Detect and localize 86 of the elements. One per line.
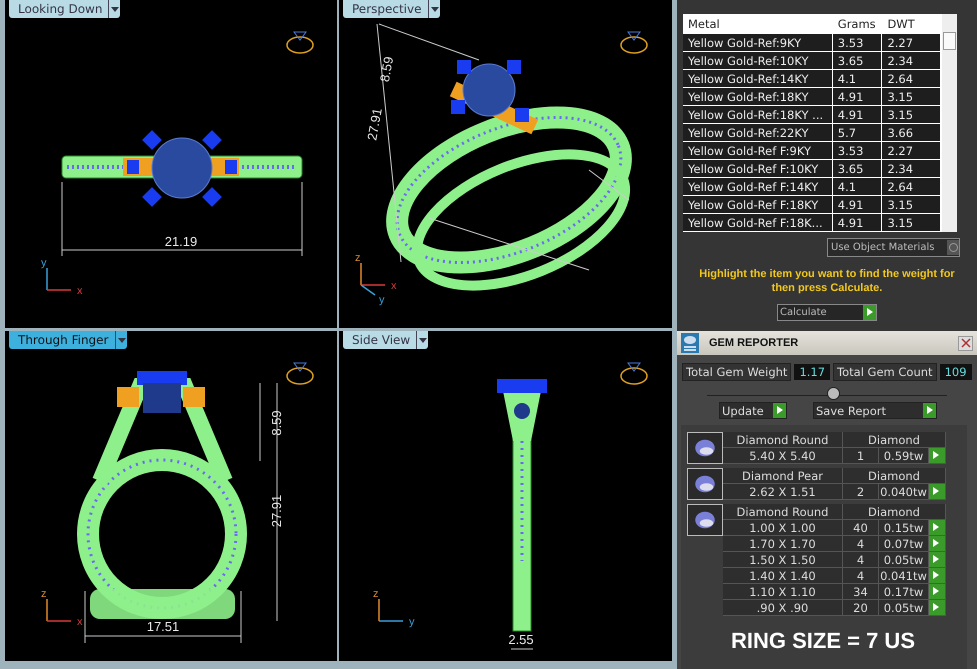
ring-size-label: RING SIZE = 7 US [731, 628, 916, 654]
table-cell: 2.34 [882, 52, 941, 69]
axis-label: x [77, 285, 82, 297]
viewport-tab[interactable]: Looking Down [9, 0, 120, 18]
axis-label: z [355, 252, 360, 264]
ring-icon [286, 32, 314, 54]
table-cell: 4.91 [832, 214, 882, 231]
table-cell: .90 X .90 [723, 600, 843, 616]
dimension-label: 2.55 [508, 632, 534, 647]
table-cell: 4.1 [832, 70, 882, 87]
table-cell: Yellow Gold-Ref F:9KY [683, 142, 833, 159]
table-cell: Yellow Gold-Ref F:14KY [683, 178, 833, 195]
table-cell: 5.7 [832, 124, 882, 141]
axis-label: z [41, 588, 46, 600]
table-cell: Yellow Gold-Ref:18KY ... [683, 106, 833, 123]
save-report-button[interactable]: Save Report [813, 402, 937, 419]
viewport-tab[interactable]: Side View [343, 331, 428, 349]
collapse-icon[interactable] [827, 387, 840, 400]
table-cell: 3.15 [882, 88, 941, 105]
table-cell: 4.1 [832, 178, 882, 195]
dimension-line [510, 648, 534, 650]
table-cell: 3.65 [832, 160, 882, 177]
table-cell: Yellow Gold-Ref F:10KY [683, 160, 833, 177]
dimension-label: 8.59 [376, 55, 396, 83]
dimension-label: 21.19 [164, 234, 198, 249]
dimension-label: 27.91 [364, 106, 385, 142]
panel-title: GEM REPORTER [709, 337, 800, 349]
instruction-text: Highlight the item you want to find the weight for then press Calculate. [698, 267, 956, 295]
table-cell: 4.91 [832, 196, 882, 213]
table-cell: Yellow Gold-Ref:9KY [683, 34, 833, 51]
table-cell: 3.65 [832, 52, 882, 69]
table-cell: 3.15 [882, 196, 941, 213]
axis-label: y [409, 616, 414, 628]
viewport-tab[interactable]: Perspective [343, 0, 440, 18]
dimension-label: 8.59 [269, 410, 284, 436]
table-cell: Yellow Gold-Ref F:18KY [683, 196, 833, 213]
ring-icon [620, 32, 648, 54]
table-cell: 3.66 [882, 124, 941, 141]
column-header[interactable]: Metal [683, 16, 833, 30]
table-cell: Yellow Gold-Ref:22KY [683, 124, 833, 141]
calculate-button[interactable]: Calculate [777, 304, 877, 321]
toggle-indicator[interactable] [947, 240, 959, 255]
axis-label: x [391, 280, 396, 292]
total-weight-value: 1.17 [794, 364, 830, 380]
table-cell: Yellow Gold-Ref:10KY [683, 52, 833, 69]
column-header[interactable]: Grams [832, 16, 882, 30]
close-icon[interactable] [958, 336, 973, 350]
table-cell: 2.34 [882, 160, 941, 177]
table-cell: 20 [843, 600, 879, 616]
caret-icon[interactable] [108, 0, 120, 18]
scrollbar[interactable] [942, 14, 957, 232]
table-cell: Yellow Gold-Ref:18KY [683, 88, 833, 105]
axis-label: x [77, 616, 82, 628]
total-count-value: 109 [940, 364, 972, 380]
viewport-tab[interactable]: Through Finger [9, 331, 126, 349]
table-cell: 2 [843, 484, 879, 500]
caret-icon[interactable] [416, 331, 428, 349]
axis-label: y [41, 257, 46, 269]
table-cell: Yellow Gold-Ref:14KY [683, 70, 833, 87]
table-cell: 2.64 [882, 178, 941, 195]
dimension-label: 17.51 [146, 619, 180, 634]
dimension-label: 27.91 [269, 494, 284, 528]
table-cell: 4.91 [832, 106, 882, 123]
ring-icon [286, 362, 314, 385]
report-icon [681, 333, 699, 353]
table-cell: 3.15 [882, 106, 941, 123]
update-button[interactable]: Update [719, 402, 787, 419]
axis-label: z [373, 588, 378, 600]
table-cell: 2.62 X 1.51 [723, 484, 843, 500]
column-header[interactable]: DWT [882, 16, 941, 30]
table-cell: 1 [843, 448, 879, 464]
field-label: Total Gem Weight [682, 363, 792, 381]
table-cell: 3.53 [832, 142, 882, 159]
ring-icon [620, 362, 648, 385]
table-cell: 2.27 [882, 142, 941, 159]
field-label: Total Gem Count [833, 363, 937, 381]
table-cell: 3.53 [832, 34, 882, 51]
table-cell: 3.15 [882, 214, 941, 231]
table-cell: 5.40 X 5.40 [723, 448, 843, 464]
caret-icon[interactable] [428, 0, 440, 18]
table-cell: 4.91 [832, 88, 882, 105]
table-cell: 2.27 [882, 34, 941, 51]
table-cell: Yellow Gold-Ref F:18K... [683, 214, 833, 231]
axis-label: y [379, 294, 384, 306]
table-cell: 2.64 [882, 70, 941, 87]
use-object-materials-toggle[interactable]: Use Object Materials [827, 238, 960, 257]
